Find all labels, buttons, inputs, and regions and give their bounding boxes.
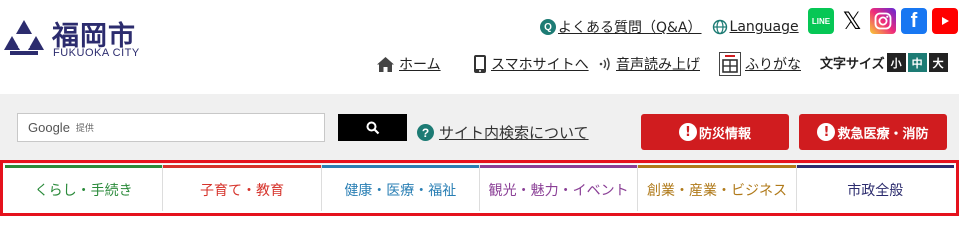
voice-reading-link-label: 音声読み上げ — [616, 57, 700, 73]
faq-link-label: よくある質問（Q&A） — [558, 20, 702, 36]
faq-link[interactable]: Q よくある質問（Q&A） — [540, 17, 702, 37]
category-tab[interactable]: 健康・医療・福祉 — [320, 165, 480, 211]
search-button[interactable] — [338, 114, 407, 141]
font-size-large-button[interactable]: 大 — [928, 53, 948, 72]
search-icon — [366, 121, 379, 134]
facebook-icon[interactable]: f — [901, 8, 927, 34]
font-size-switcher: 文字サイズ 小 中 大 — [820, 53, 948, 72]
font-size-medium-button[interactable]: 中 — [907, 53, 927, 72]
exclamation-icon: ! — [817, 123, 836, 141]
site-logo[interactable]: 福岡市 FUKUOKA CITY — [2, 14, 142, 64]
search-brand: Google — [28, 120, 70, 135]
sns-links: LINE 𝕏 f — [808, 8, 959, 35]
category-nav: くらし・手続き 子育て・教育 健康・医療・福祉 観光・魅力・イベント 創業・産業・ビジネ… — [0, 160, 959, 216]
youtube-icon[interactable] — [932, 8, 958, 34]
utility-links: Q よくある質問（Q&A） Language — [540, 16, 809, 38]
furigana-link[interactable]: ふりがな — [719, 52, 801, 76]
furigana-link-label: ふりがな — [745, 57, 801, 73]
category-tab[interactable]: 創業・産業・ビジネス — [637, 165, 796, 211]
x-icon[interactable]: 𝕏 — [839, 8, 865, 35]
exclamation-icon: ! — [678, 123, 697, 141]
search-band: Google 提供 ? サイト内検索について ! 防災情報 ! 救急医療・消防 — [0, 94, 959, 164]
home-icon — [377, 56, 394, 72]
faq-icon: Q — [540, 19, 556, 35]
category-row: くらし・手続き 子育て・教育 健康・医療・福祉 観光・魅力・イベント 創業・産業・ビジネ… — [5, 165, 955, 211]
search-help-label: サイト内検索について — [439, 124, 589, 142]
voice-reading-link[interactable]: 音声読み上げ — [598, 52, 700, 76]
emergency-medical-label: 救急医療・消防 — [837, 126, 929, 142]
language-link[interactable]: Language — [712, 19, 799, 35]
home-link-label: ホーム — [399, 57, 441, 73]
disaster-info-label: 防災情報 — [698, 126, 751, 142]
home-link[interactable]: ホーム — [376, 52, 441, 76]
search-help-link[interactable]: ? サイト内検索について — [417, 122, 589, 143]
city-emblem-icon — [4, 20, 44, 55]
help-icon: ? — [417, 124, 434, 141]
site-header: 福岡市 FUKUOKA CITY Q よくある質問（Q&A） Language … — [0, 0, 959, 90]
sound-wave-icon — [599, 57, 610, 71]
globe-icon — [712, 19, 727, 35]
furigana-icon — [719, 52, 741, 76]
mobile-site-link[interactable]: スマホサイトへ — [473, 52, 589, 76]
mobile-site-link-label: スマホサイトへ — [491, 57, 589, 73]
search-input[interactable]: Google 提供 — [17, 113, 325, 142]
category-tab[interactable]: くらし・手続き — [5, 165, 163, 211]
search-provided-label: 提供 — [75, 124, 94, 134]
instagram-icon[interactable] — [870, 8, 896, 34]
logo-subtitle: FUKUOKA CITY — [53, 47, 140, 59]
category-tab[interactable]: 観光・魅力・イベント — [478, 165, 638, 211]
category-tab[interactable]: 子育て・教育 — [162, 165, 321, 211]
disaster-info-button[interactable]: ! 防災情報 — [641, 114, 789, 150]
category-tab[interactable]: 市政全般 — [795, 165, 955, 211]
smartphone-icon — [474, 55, 486, 73]
language-link-label: Language — [729, 19, 799, 35]
font-size-small-button[interactable]: 小 — [886, 53, 906, 72]
emergency-medical-button[interactable]: ! 救急医療・消防 — [799, 114, 947, 150]
line-icon[interactable]: LINE — [808, 8, 834, 34]
font-size-label: 文字サイズ — [820, 57, 885, 72]
